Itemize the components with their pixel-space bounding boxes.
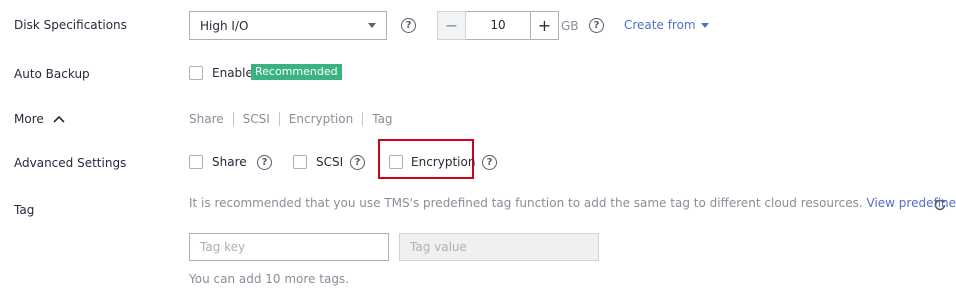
tag-key-input[interactable]: Tag key xyxy=(189,233,389,261)
enable-backup-checkbox[interactable] xyxy=(189,66,203,80)
help-icon[interactable]: ? xyxy=(350,155,365,170)
scsi-checkbox[interactable] xyxy=(293,155,307,169)
tag-label: Tag xyxy=(14,203,35,217)
divider xyxy=(362,112,364,126)
help-icon[interactable]: ? xyxy=(257,155,272,170)
recommended-badge: Recommended xyxy=(251,64,342,80)
scsi-label[interactable]: SCSI xyxy=(316,155,343,169)
more-toggle[interactable]: More xyxy=(14,112,66,126)
disk-type-value: High I/O xyxy=(200,18,249,33)
divider xyxy=(232,112,234,126)
create-from-label: Create from xyxy=(624,18,696,32)
size-unit: GB xyxy=(561,19,579,33)
more-link-share: Share xyxy=(189,112,224,126)
enable-backup-label[interactable]: Enable xyxy=(212,66,253,80)
decrease-size-button[interactable]: − xyxy=(437,11,466,40)
share-checkbox[interactable] xyxy=(189,155,203,169)
tag-limit-note: You can add 10 more tags. xyxy=(189,272,349,286)
disk-specifications-label: Disk Specifications xyxy=(14,18,127,32)
advanced-settings-label: Advanced Settings xyxy=(14,156,127,170)
encryption-checkbox[interactable] xyxy=(389,155,403,169)
chevron-up-icon xyxy=(53,115,65,123)
tag-description-text: It is recommended that you use TMS's pre… xyxy=(189,196,863,210)
disk-size-input[interactable]: 10 xyxy=(466,11,530,40)
disk-type-select[interactable]: High I/O xyxy=(189,11,387,40)
more-link-scsi: SCSI xyxy=(242,112,270,126)
tag-value-input[interactable]: Tag value xyxy=(399,233,599,261)
refresh-icon[interactable] xyxy=(933,198,947,212)
auto-backup-label: Auto Backup xyxy=(14,67,90,81)
caret-down-icon xyxy=(368,23,376,28)
share-label[interactable]: Share xyxy=(212,155,247,169)
help-icon[interactable]: ? xyxy=(401,18,416,33)
help-icon[interactable]: ? xyxy=(589,18,604,33)
create-from-dropdown[interactable]: Create from xyxy=(624,18,709,32)
encryption-label[interactable]: Encryption xyxy=(411,155,475,169)
more-link-tag: Tag xyxy=(372,112,393,126)
caret-down-icon xyxy=(700,22,709,28)
tag-description: It is recommended that you use TMS's pre… xyxy=(189,196,956,210)
help-icon[interactable]: ? xyxy=(482,155,497,170)
more-label: More xyxy=(14,112,44,126)
divider xyxy=(278,112,280,126)
more-summary: Share SCSI Encryption Tag xyxy=(189,112,393,126)
more-link-encryption: Encryption xyxy=(288,112,354,126)
increase-size-button[interactable]: + xyxy=(530,11,559,40)
